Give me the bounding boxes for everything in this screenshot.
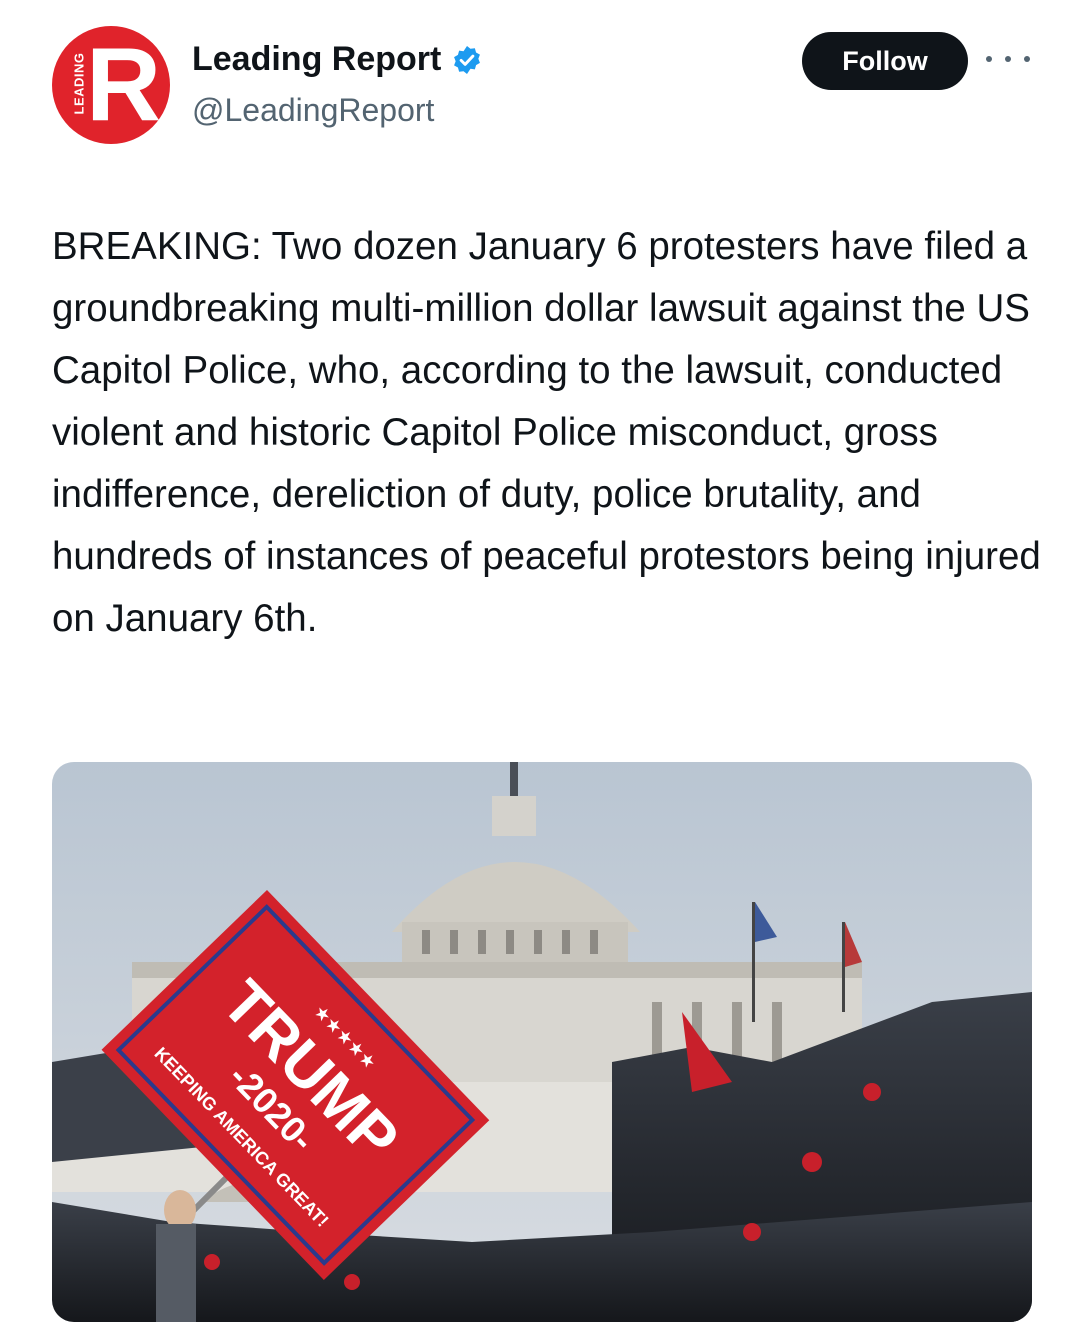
- verified-badge-icon: [454, 45, 481, 74]
- tweet-header: R LEADING Leading Report @LeadingReport …: [0, 0, 1080, 160]
- account-avatar[interactable]: R LEADING: [52, 26, 170, 144]
- follow-button[interactable]: Follow: [802, 32, 968, 90]
- capitol-photo: ★★★★★ TRUMP -2020- KEEPING AMERICA GREAT…: [52, 762, 1032, 1322]
- more-dot: [1024, 56, 1030, 62]
- tweet-media-image[interactable]: ★★★★★ TRUMP -2020- KEEPING AMERICA GREAT…: [52, 762, 1032, 1322]
- account-handle[interactable]: @LeadingReport: [192, 92, 434, 129]
- more-dot: [1005, 56, 1011, 62]
- account-name[interactable]: Leading Report: [192, 40, 483, 79]
- more-dot: [986, 56, 992, 62]
- avatar-side-text: LEADING: [71, 50, 87, 117]
- avatar-letter: R: [86, 27, 162, 143]
- tweet-text: BREAKING: Two dozen January 6 protesters…: [52, 225, 1041, 640]
- account-name-text: Leading Report: [192, 40, 442, 78]
- more-horizontal-icon[interactable]: [986, 46, 1030, 72]
